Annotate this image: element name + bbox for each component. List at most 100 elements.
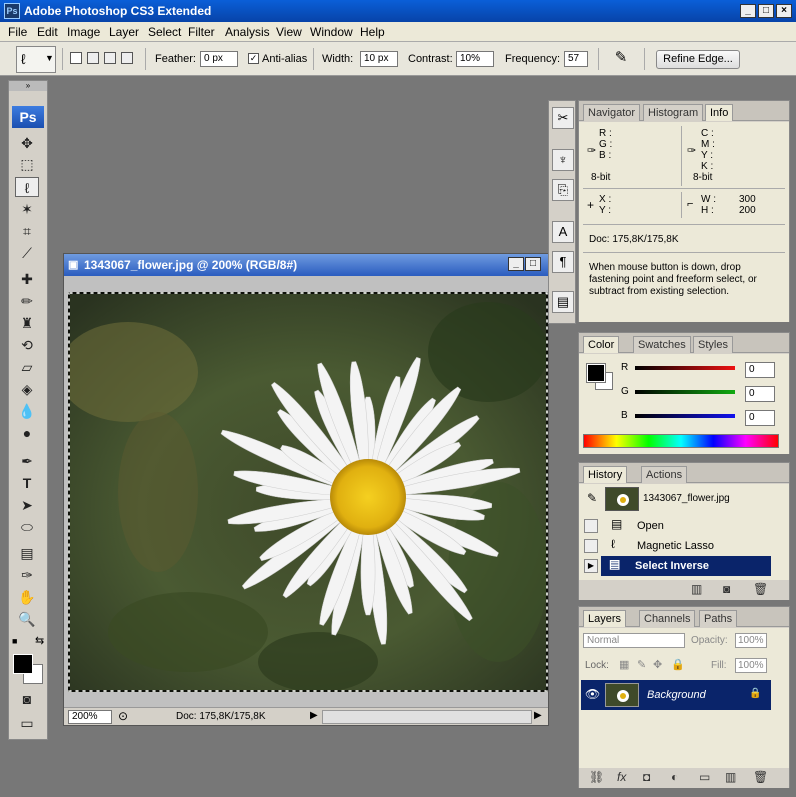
path-selection-icon[interactable]: ➤ [15,495,39,515]
swap-colors-icon[interactable]: ⇆ [35,634,44,647]
doc-minimize-icon[interactable]: _ [508,257,524,271]
tab-info[interactable]: Info [705,104,734,121]
type-tool-icon[interactable]: T [15,473,39,493]
new-snapshot-icon[interactable]: ◙ [723,582,730,596]
scroll-right-icon[interactable]: ▶ [534,710,542,721]
menu-filter[interactable]: Filter [188,25,215,39]
antialias-checkbox[interactable]: ✓ [248,53,259,64]
menu-window[interactable]: Window [310,25,353,39]
history-snapshot[interactable]: ✎ 1343067_flower.jpg [581,486,771,512]
status-arrow-icon[interactable]: ▶ [310,710,318,721]
brushes-icon[interactable]: ♆ [552,149,574,171]
tab-histogram[interactable]: Histogram [643,104,704,121]
layer-row-background[interactable]: 👁 Background 🔒 [581,680,771,710]
layer-mask-icon[interactable]: ◘ [643,770,650,784]
notes-tool-icon[interactable]: ▤ [15,543,39,563]
horizontal-scrollbar[interactable] [322,710,532,724]
contrast-input[interactable]: 10% [456,51,494,67]
tab-actions[interactable]: Actions [641,466,688,483]
history-item[interactable]: ▤ Open [581,516,771,536]
tab-color[interactable]: Color [583,336,620,353]
menu-help[interactable]: Help [360,25,385,39]
color-spectrum-bar[interactable] [583,434,779,448]
menu-image[interactable]: Image [67,25,100,39]
magic-wand-icon[interactable]: ✶ [15,199,39,219]
layer-comps-icon[interactable]: ▤ [552,291,574,313]
paragraph-icon[interactable]: ¶ [552,251,574,273]
screen-mode-icon[interactable]: ▭ [15,713,39,733]
clone-stamp-icon[interactable]: ♜ [15,313,39,333]
close-icon[interactable]: × [776,4,792,18]
new-group-icon[interactable]: ▭ [699,770,710,784]
menu-view[interactable]: View [276,25,302,39]
subtract-selection-icon[interactable] [104,52,116,64]
red-slider[interactable] [635,366,735,370]
tab-paths[interactable]: Paths [699,610,738,627]
document-title-bar[interactable]: ▣ 1343067_flower.jpg @ 200% (RGB/8#) _ □ [64,254,548,276]
lock-pixels-icon[interactable]: ✎ [637,658,646,671]
brush-tool-icon[interactable]: ✏ [15,291,39,311]
tab-styles[interactable]: Styles [693,336,733,353]
history-item-selected[interactable]: ▤ Select Inverse [601,556,771,576]
lock-position-icon[interactable]: ✥ [653,658,662,671]
minimize-icon[interactable]: _ [740,4,756,18]
history-item[interactable]: ℓ Magnetic Lasso [581,536,771,556]
marquee-tool-icon[interactable]: ⬚ [15,154,39,174]
tab-swatches[interactable]: Swatches [633,336,691,353]
blue-value[interactable]: 0 [745,410,775,426]
link-layers-icon[interactable]: ⛓ [589,770,604,784]
maximize-icon[interactable]: □ [758,4,774,18]
crop-tool-icon[interactable]: ⌗ [15,221,39,241]
width-input[interactable]: 10 px [360,51,398,67]
tab-layers[interactable]: Layers [583,610,627,627]
quick-mask-icon[interactable]: ◙ [15,689,39,709]
hand-tool-icon[interactable]: ✋ [15,587,39,607]
toolbox-collapse-icon[interactable]: » [9,81,47,91]
photoshop-logo[interactable]: Ps [12,106,44,128]
history-brush-icon[interactable]: ⟲ [15,335,39,355]
default-colors-icon[interactable]: ■ [12,636,17,646]
tab-history[interactable]: History [583,466,628,483]
tab-channels[interactable]: Channels [639,610,696,627]
new-selection-icon[interactable] [70,52,82,64]
lock-all-icon[interactable]: 🔒 [671,658,685,671]
intersect-selection-icon[interactable] [121,52,133,64]
refine-edge-button[interactable]: Refine Edge... [656,50,740,69]
red-value[interactable]: 0 [745,362,775,378]
add-selection-icon[interactable] [87,52,99,64]
zoom-level-field[interactable]: 200% [68,710,112,724]
tool-preset-picker[interactable]: ℓ ▼ [16,46,56,73]
blue-slider[interactable] [635,414,735,418]
trash-icon[interactable]: 🗑 [753,582,768,596]
frequency-input[interactable]: 57 [564,51,588,67]
color-fg-swatch[interactable] [586,363,606,383]
healing-brush-icon[interactable]: ✚ [15,269,39,289]
menu-edit[interactable]: Edit [37,25,58,39]
tablet-pressure-icon[interactable]: ✎ [608,48,634,70]
menu-analysis[interactable]: Analysis [225,25,270,39]
clone-source-icon[interactable]: ⎘ [552,179,574,201]
image-canvas[interactable] [68,292,548,692]
adjustment-layer-icon[interactable]: ◐ [671,770,678,784]
tab-navigator[interactable]: Navigator [583,104,641,121]
slice-tool-icon[interactable]: ⟋ [15,243,39,263]
opacity-input[interactable]: 100% [735,633,767,648]
dodge-tool-icon[interactable]: ● [15,423,39,443]
lock-transparency-icon[interactable]: ▦ [619,658,629,671]
character-icon[interactable]: A [552,221,574,243]
move-tool-icon[interactable]: ✥ [15,133,39,153]
fill-input[interactable]: 100% [735,658,767,673]
lasso-tool-icon[interactable]: ℓ [15,177,39,197]
blend-mode-select[interactable]: Normal [583,633,685,648]
history-slider-icon[interactable]: ▶ [584,559,598,573]
foreground-color-swatch[interactable] [13,654,33,674]
tool-presets-icon[interactable]: ✂ [552,107,574,129]
shape-tool-icon[interactable]: ⬭ [15,517,39,537]
menu-file[interactable]: File [8,25,27,39]
menu-layer[interactable]: Layer [109,25,139,39]
status-menu-icon[interactable]: ⊙ [118,709,128,723]
menu-select[interactable]: Select [148,25,181,39]
blur-tool-icon[interactable]: 💧 [15,401,39,421]
pen-tool-icon[interactable]: ✒ [15,451,39,471]
eye-icon[interactable]: 👁 [585,687,600,701]
